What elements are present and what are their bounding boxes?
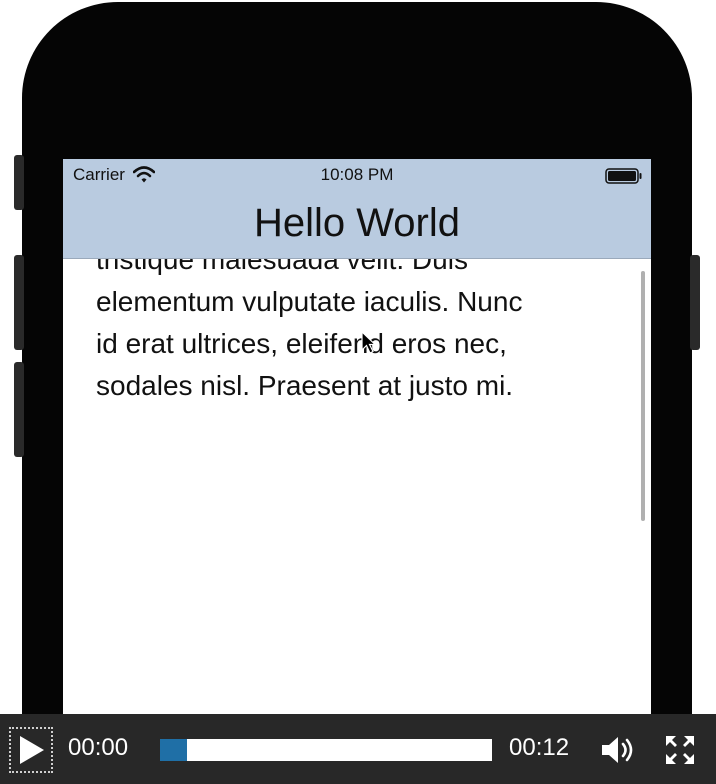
scroll-indicator[interactable] bbox=[641, 271, 645, 521]
scrollable-text-content[interactable]: tristique malesuada velit. Duis elementu… bbox=[96, 239, 616, 407]
text-line: id erat ultrices, eleifend eros nec, bbox=[96, 328, 507, 359]
page-title: Hello World bbox=[254, 201, 460, 245]
phone-volume-up bbox=[14, 255, 24, 350]
navigation-bar: Carrier 10:08 PM Hello World bbox=[63, 159, 651, 259]
cursor-icon bbox=[361, 331, 377, 354]
status-time: 10:08 PM bbox=[320, 165, 394, 184]
text-line: elementum vulputate iaculis. Nunc bbox=[96, 286, 523, 317]
phone-mute-switch bbox=[14, 155, 24, 210]
volume-icon[interactable] bbox=[600, 734, 638, 766]
play-button[interactable] bbox=[9, 727, 53, 773]
battery-icon bbox=[605, 168, 642, 184]
current-time: 00:00 bbox=[68, 734, 129, 761]
phone-power-button bbox=[690, 255, 700, 350]
progress-bar[interactable] bbox=[160, 739, 492, 761]
phone-volume-down bbox=[14, 362, 24, 457]
text-line: sodales nisl. Praesent at justo mi. bbox=[96, 370, 514, 401]
progress-fill bbox=[160, 739, 187, 761]
phone-screen: Carrier 10:08 PM Hello World tristique m… bbox=[63, 159, 651, 719]
fullscreen-icon[interactable] bbox=[664, 734, 696, 766]
video-controls: 00:00 00:12 bbox=[0, 714, 716, 784]
play-icon bbox=[20, 736, 44, 764]
total-time: 00:12 bbox=[509, 734, 570, 761]
